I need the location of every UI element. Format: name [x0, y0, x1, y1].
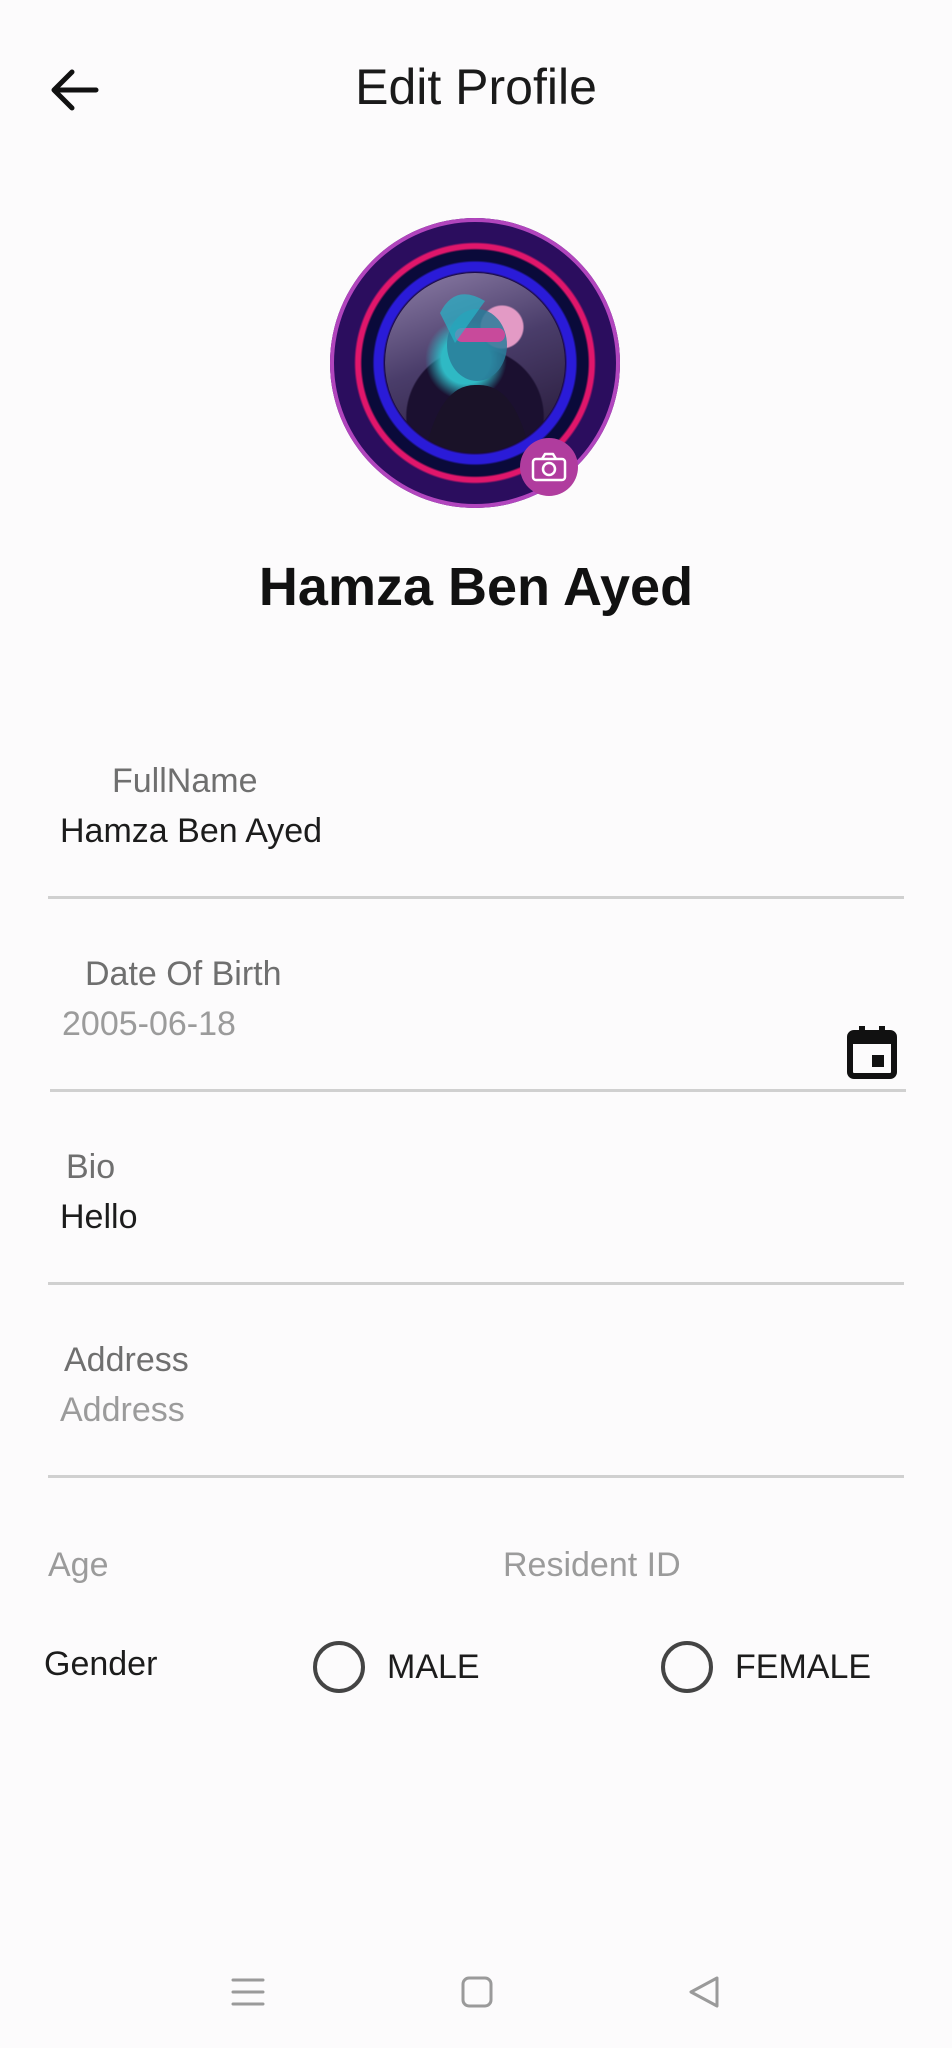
address-input[interactable]: Address — [60, 1391, 185, 1430]
age-input[interactable]: Age — [48, 1546, 109, 1585]
gender-label: Gender — [44, 1645, 158, 1683]
resident-id-input[interactable]: Resident ID — [503, 1546, 681, 1585]
page-title: Edit Profile — [355, 59, 597, 115]
calendar-icon — [847, 1026, 897, 1079]
female-radio[interactable] — [661, 1641, 713, 1693]
bio-label: Bio — [66, 1148, 116, 1186]
gender-option-female[interactable]: FEMALE — [661, 1641, 871, 1693]
fullname-input[interactable]: Hamza Ben Ayed — [60, 812, 322, 851]
home-square-icon — [461, 1976, 493, 2008]
address-underline — [48, 1475, 904, 1478]
nav-menu-button[interactable] — [226, 1972, 270, 2012]
bio-input[interactable]: Hello — [60, 1198, 137, 1237]
nav-back-button[interactable] — [682, 1972, 726, 2012]
menu-icon — [231, 1978, 265, 2006]
avatar[interactable] — [330, 218, 620, 508]
nav-home-button[interactable] — [455, 1972, 499, 2012]
dob-label: Date Of Birth — [85, 955, 282, 993]
fullname-underline — [48, 896, 904, 899]
bio-underline — [48, 1282, 904, 1285]
male-label: MALE — [387, 1647, 480, 1686]
change-photo-button[interactable] — [520, 438, 578, 496]
address-label: Address — [64, 1341, 189, 1379]
dob-input[interactable]: 2005-06-18 — [62, 1005, 236, 1044]
fullname-label: FullName — [112, 762, 258, 800]
male-radio[interactable] — [313, 1641, 365, 1693]
camera-icon — [531, 452, 567, 482]
female-label: FEMALE — [735, 1647, 872, 1686]
calendar-button[interactable] — [846, 1024, 898, 1080]
dob-underline — [50, 1089, 906, 1092]
back-triangle-icon — [689, 1976, 719, 2008]
avatar-photo — [385, 273, 565, 453]
gender-option-male[interactable]: MALE — [313, 1641, 480, 1693]
profile-name: Hamza Ben Ayed — [258, 557, 694, 617]
person-silhouette-icon — [425, 294, 530, 453]
